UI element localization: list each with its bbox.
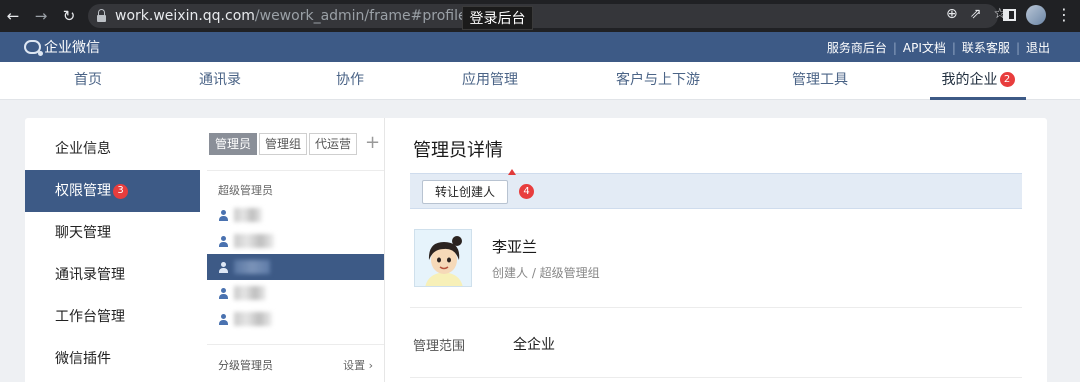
sub-admin-row: 分级管理员 设置 › [207,344,384,373]
link-separator: | [1015,40,1020,55]
divider [207,170,384,171]
forward-arrow-icon[interactable]: → [30,5,52,27]
blurred-admin-name [234,312,272,326]
person-icon [218,287,229,299]
reload-icon[interactable]: ↻ [58,5,80,27]
sidebar-panel-icon[interactable] [1003,9,1016,21]
step-badge-2: 2 [999,72,1015,87]
sidebar-item-enterprise-info[interactable]: 企业信息 [25,128,200,170]
tab-agency[interactable]: 代运营 [309,133,358,155]
content-panel: 企业信息 权限管理 3 聊天管理 通讯录管理 工作台管理 微信插件 管理员 管理组… [25,118,1047,382]
link-separator: | [892,40,897,55]
app-header: 企业微信 服务商后台 | API文档 | 联系客服 | 退出 [0,32,1080,62]
avatar [414,229,472,287]
admin-tabs: 管理员 管理组 代运营 + [209,133,380,155]
admin-list-panel: 管理员 管理组 代运营 + 超级管理员 分级管理员 设置 › [207,118,385,382]
wework-logo-icon [24,40,43,56]
address-bar[interactable]: work.weixin.qq.com/wework_admin/frame#pr… [88,4,998,28]
flag-marker-icon [508,169,516,175]
tab-admin-groups[interactable]: 管理组 [259,133,308,155]
blurred-admin-name [234,286,266,300]
back-arrow-icon[interactable]: ← [2,5,24,27]
sub-admin-title: 分级管理员 [218,359,273,372]
super-admin-title: 超级管理员 [218,184,273,197]
share-icon[interactable]: ⇗ [970,6,982,22]
sidebar-item-contacts-management[interactable]: 通讯录管理 [25,254,200,296]
profile-avatar-icon[interactable] [1026,5,1046,25]
login-tooltip: 登录后台 [462,6,533,30]
url-domain: work.weixin.qq.com [115,8,255,24]
blurred-admin-name [234,234,274,248]
person-icon [218,313,229,325]
link-service-provider[interactable]: 服务商后台 [827,39,887,56]
divider [410,307,1022,308]
main-nav: 首页 通讯录 协作 应用管理 客户与上下游 管理工具 我的企业 2 [0,62,1080,100]
add-icon[interactable]: + [365,133,380,155]
transfer-creator-button[interactable]: 转让创建人 [422,180,509,204]
person-icon [218,261,229,273]
browser-toolbar: ← → ↻ work.weixin.qq.com/wework_admin/fr… [0,0,1080,32]
divider [410,377,1022,378]
step-badge-4: 4 [519,184,534,199]
settings-link[interactable]: 设置 › [343,357,373,373]
nav-management-tools[interactable]: 管理工具 [782,62,858,100]
admin-list-item[interactable] [207,306,384,332]
tab-admins[interactable]: 管理员 [209,133,258,155]
url-text[interactable]: work.weixin.qq.com/wework_admin/frame#pr… [115,8,498,24]
logo[interactable]: 企业微信 [24,37,100,57]
admin-name: 李亚兰 [492,238,538,256]
link-logout[interactable]: 退出 [1026,39,1050,56]
scope-value: 全企业 [513,337,555,353]
admin-list-item[interactable] [207,280,384,306]
address-bar-icons: ⊕ ⇗ ☆ [946,6,1006,22]
link-separator: | [951,40,956,55]
nav-customers[interactable]: 客户与上下游 [610,62,706,100]
scope-label: 管理范围 [413,339,466,354]
page-title: 管理员详情 [413,140,503,161]
zoom-icon[interactable]: ⊕ [946,6,958,22]
sidebar-item-wechat-plugin[interactable]: 微信插件 [25,338,200,380]
nav-my-enterprise-label: 我的企业 [941,72,998,88]
nav-collaboration[interactable]: 协作 [320,62,380,100]
nav-my-enterprise[interactable]: 我的企业 2 [930,62,1026,100]
admin-role: 创建人 / 超级管理组 [492,266,600,280]
sidebar-item-label: 权限管理 [55,183,111,199]
admin-list-item[interactable] [207,202,384,228]
sidebar-item-chat-management[interactable]: 聊天管理 [25,212,200,254]
admin-list-item-selected[interactable] [207,254,384,280]
action-bar: 转让创建人 4 [410,169,1022,209]
admin-detail: 管理员详情 转让创建人 4 李亚兰 创建人 / 超级管理组 管理范围 全企业 [385,118,1047,382]
sidebar: 企业信息 权限管理 3 聊天管理 通讯录管理 工作台管理 微信插件 [25,118,200,382]
link-contact-support[interactable]: 联系客服 [962,39,1010,56]
more-menu-icon[interactable]: ⋮ [1056,7,1072,23]
person-icon [218,235,229,247]
settings-label: 设置 [343,359,366,372]
person-icon [218,209,229,221]
admin-list-item[interactable] [207,228,384,254]
nav-home[interactable]: 首页 [58,62,118,100]
link-api-docs[interactable]: API文档 [903,39,946,56]
blurred-admin-name [234,260,270,274]
lock-icon [97,8,106,22]
nav-app-management[interactable]: 应用管理 [452,62,528,100]
sidebar-item-workbench-management[interactable]: 工作台管理 [25,296,200,338]
step-badge-3: 3 [113,183,128,199]
logo-text: 企业微信 [44,40,100,56]
extension-icons: ⋮ [1003,5,1072,25]
blurred-admin-name [234,208,262,222]
chevron-right-icon: › [368,359,373,372]
sidebar-item-permissions[interactable]: 权限管理 3 [25,170,200,212]
nav-contacts[interactable]: 通讯录 [190,62,250,100]
avatar-illustration [415,230,471,286]
header-links: 服务商后台 | API文档 | 联系客服 | 退出 [827,39,1050,56]
